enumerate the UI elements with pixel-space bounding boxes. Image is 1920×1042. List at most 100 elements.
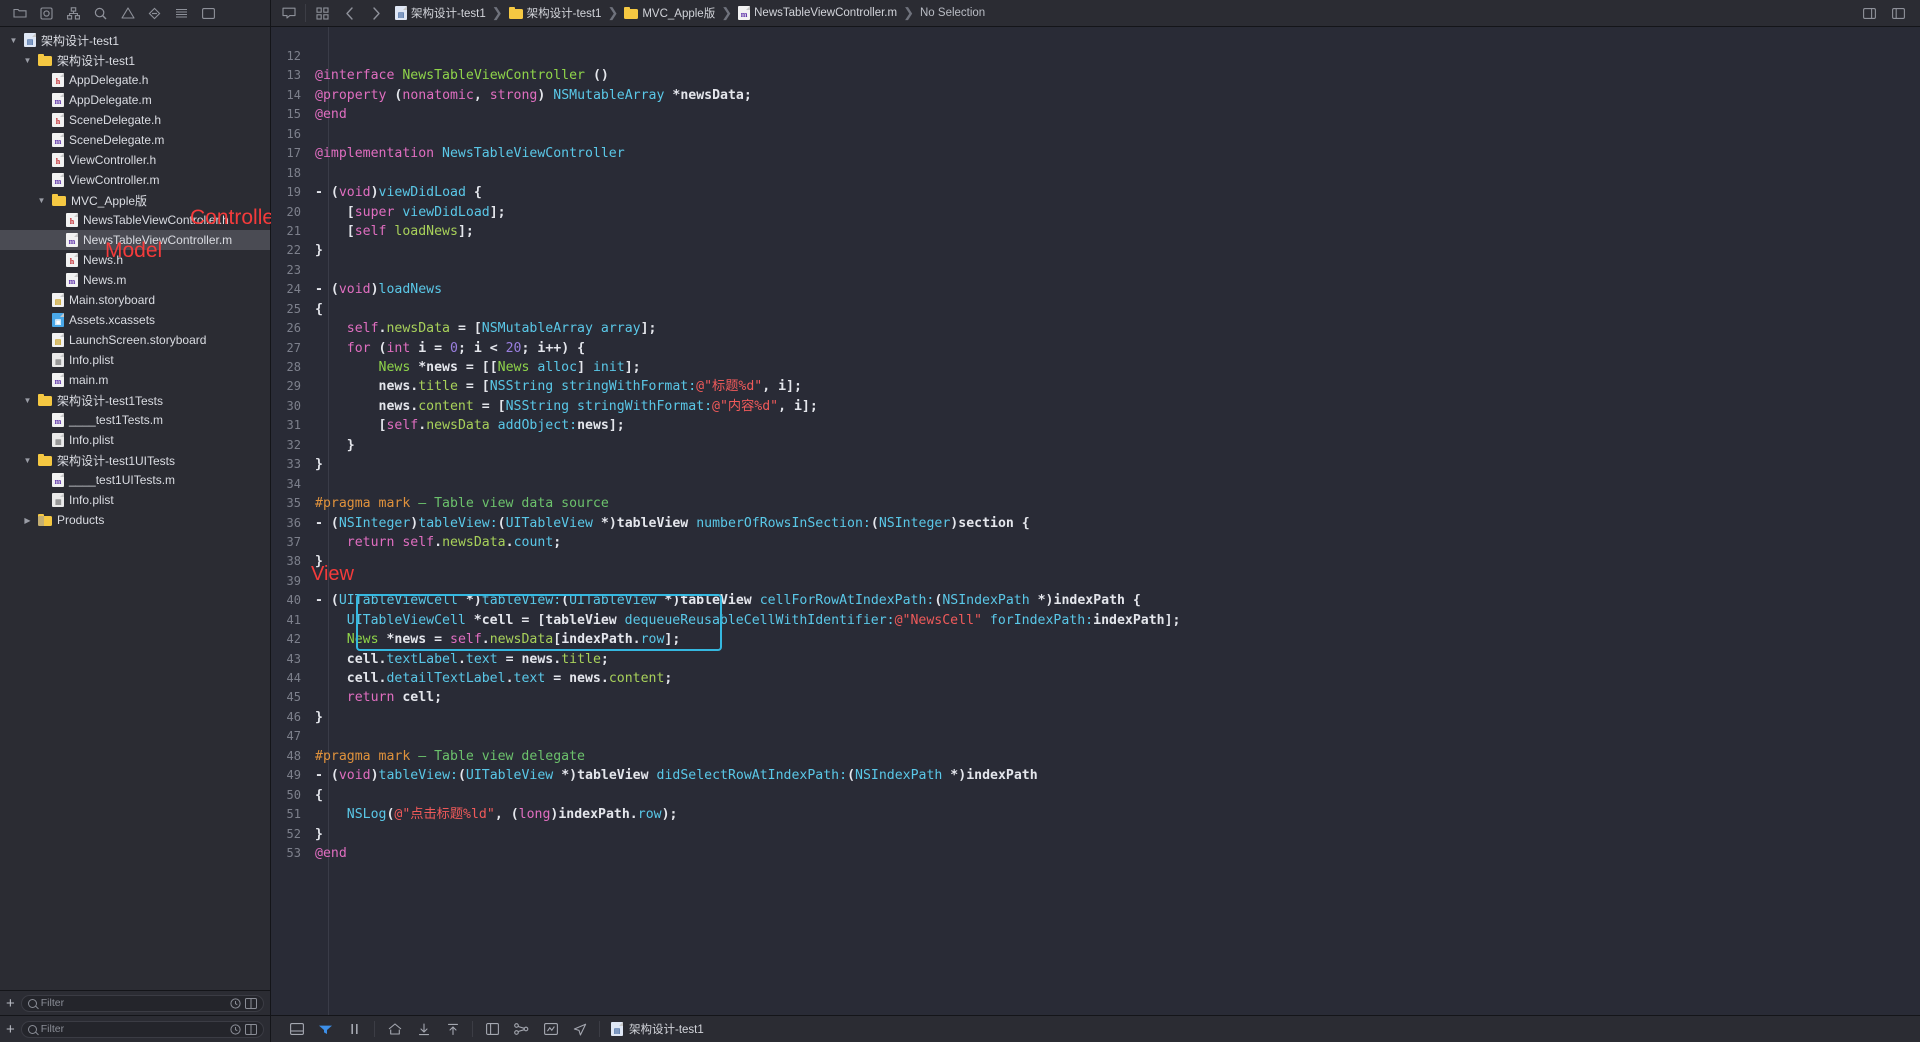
file-tree-row[interactable]: ▼ h SceneDelegate.h xyxy=(0,110,270,130)
line-number: 36 xyxy=(286,515,301,530)
add-file-button[interactable]: + xyxy=(6,1022,15,1037)
code-token: = [ xyxy=(473,398,506,414)
main-body: ▼ ▤ 架构设计-test1 ▼ 架构设计-test1 ▼ h AppDelegate.h ▼ m… xyxy=(0,27,1920,1015)
disclosure-triangle[interactable]: ▶ xyxy=(21,516,34,525)
file-tree-row[interactable]: ▼ m ____test1UITests.m xyxy=(0,470,270,490)
file-tree-row[interactable]: ▼ ▤ LaunchScreen.storyboard xyxy=(0,330,270,350)
code-token: UITableViewCell xyxy=(346,612,466,628)
breadcrumb-item-group[interactable]: 架构设计-test1 xyxy=(508,5,603,21)
file-tree-label: NewsTableViewController.h xyxy=(83,213,229,227)
scheme-indicator[interactable]: ▤ 架构设计-test1 xyxy=(611,1021,704,1037)
source-control-icon[interactable] xyxy=(33,3,60,24)
disclosure-triangle[interactable]: ▼ xyxy=(35,196,48,205)
nav-back-icon[interactable] xyxy=(336,3,363,24)
search-icon[interactable] xyxy=(87,3,114,24)
file-tree-row[interactable]: ▼ h NewsTableViewController.h xyxy=(0,210,270,230)
disclosure-triangle[interactable]: ▼ xyxy=(7,36,20,45)
folder-icon xyxy=(38,514,52,526)
breadcrumb-label: No Selection xyxy=(920,7,986,19)
file-tree-row[interactable]: ▼ 架构设计-test1UITests xyxy=(0,450,270,470)
file-tree-row[interactable]: ▼ m main.m xyxy=(0,370,270,390)
filter-input[interactable]: Filter xyxy=(20,994,264,1012)
filter-options[interactable] xyxy=(230,1023,257,1035)
memory-graph-icon[interactable] xyxy=(536,1018,565,1040)
location-icon[interactable] xyxy=(565,1018,594,1040)
file-tree-label: SceneDelegate.h xyxy=(69,113,162,127)
file-tree[interactable]: ▼ ▤ 架构设计-test1 ▼ 架构设计-test1 ▼ h AppDelegate.h ▼ m… xyxy=(0,27,270,990)
minus-circle-icon[interactable] xyxy=(141,3,168,24)
library-toggle-icon[interactable] xyxy=(1885,3,1912,24)
file-tree-label: MVC_Apple版 xyxy=(71,193,148,208)
source-code[interactable]: 12 13 @interface NewsTableViewController (… xyxy=(271,27,1920,863)
file-tree-row[interactable]: ▼ m AppDelegate.m xyxy=(0,90,270,110)
objc-m-file-icon: m xyxy=(52,133,64,147)
navigator-toolbar xyxy=(0,0,271,26)
file-tree-row[interactable]: ▼ 架构设计-test1Tests xyxy=(0,390,270,410)
breadcrumb-separator: ❯ xyxy=(721,5,733,20)
code-token: NewsTableViewController xyxy=(442,146,625,162)
code-token: self xyxy=(450,632,482,648)
hierarchy-icon[interactable] xyxy=(60,3,87,24)
filter-blue-icon[interactable] xyxy=(311,1018,340,1040)
line-number: 27 xyxy=(286,340,301,355)
code-token: *) xyxy=(592,515,617,531)
breadcrumb-item-project[interactable]: ▤ 架构设计-test1 xyxy=(394,5,487,21)
file-tree-row[interactable]: ▼ m NewsTableViewController.m xyxy=(0,230,270,250)
file-tree-row[interactable]: ▼ m News.m xyxy=(0,270,270,290)
file-tree-row[interactable]: ▼ ▦ Info.plist xyxy=(0,490,270,510)
warning-icon[interactable] xyxy=(114,3,141,24)
breadcrumb-item-subgroup[interactable]: MVC_Apple版 xyxy=(623,5,716,21)
line-number: 45 xyxy=(286,690,301,705)
file-tree-row[interactable]: ▼ ▤ 架构设计-test1 xyxy=(0,30,270,50)
list-icon[interactable] xyxy=(168,3,195,24)
file-tree-row[interactable]: ▼ h ViewController.h xyxy=(0,150,270,170)
home-icon[interactable] xyxy=(380,1018,409,1040)
code-line: 47 xyxy=(271,727,1920,746)
code-token: title xyxy=(561,651,601,667)
breadcrumb-item-selection[interactable]: No Selection xyxy=(919,7,986,19)
file-tree-row[interactable]: ▼ 架构设计-test1 xyxy=(0,50,270,70)
code-token: @property xyxy=(315,87,387,103)
disclosure-triangle[interactable]: ▼ xyxy=(21,456,34,465)
inspector-toggle-icon[interactable] xyxy=(1856,3,1883,24)
filter-options[interactable] xyxy=(230,997,257,1009)
line-number: 52 xyxy=(286,826,301,841)
code-editor[interactable]: 12 13 @interface NewsTableViewController (… xyxy=(271,27,1920,1015)
file-tree-row[interactable]: ▼ ▦ Info.plist xyxy=(0,430,270,450)
file-tree-row[interactable]: ▼ m ____test1Tests.m xyxy=(0,410,270,430)
breadcrumb-item-file[interactable]: m NewsTableViewController.m xyxy=(737,6,898,20)
comment-icon[interactable] xyxy=(275,3,302,24)
file-tree-label: Assets.xcassets xyxy=(69,313,156,327)
filter-input[interactable]: Filter xyxy=(20,1020,264,1038)
disclosure-triangle[interactable]: ▼ xyxy=(21,56,34,65)
pause-icon[interactable] xyxy=(340,1018,369,1040)
nav-forward-icon[interactable] xyxy=(363,3,390,24)
code-scroll-area[interactable]: 12 13 @interface NewsTableViewController (… xyxy=(271,27,1920,1015)
step-out-icon[interactable] xyxy=(438,1018,467,1040)
file-tree-row[interactable]: ▼ m ViewController.m xyxy=(0,170,270,190)
file-tree-row[interactable]: ▼ h News.h xyxy=(0,250,270,270)
disclosure-triangle[interactable]: ▼ xyxy=(21,396,34,405)
code-token: numberOfRowsInSection: xyxy=(696,515,871,531)
file-tree-row[interactable]: ▼ m SceneDelegate.m xyxy=(0,130,270,150)
split-view-icon[interactable] xyxy=(478,1018,507,1040)
folder-icon[interactable] xyxy=(6,3,33,24)
file-tree-row[interactable]: ▼ ▦ Info.plist xyxy=(0,350,270,370)
code-token: viewDidLoad xyxy=(378,185,466,201)
code-token: ; xyxy=(600,651,609,667)
file-tree-row[interactable]: ▼ MVC_Apple版 xyxy=(0,190,270,210)
panel-bottom-icon[interactable] xyxy=(282,1018,311,1040)
file-tree-row[interactable]: ▶ Products xyxy=(0,510,270,530)
code-token: addObject: xyxy=(497,418,578,434)
sidebar-toggle-icon[interactable] xyxy=(195,3,222,24)
add-file-button[interactable]: + xyxy=(6,996,15,1011)
file-tree-row[interactable]: ▼ ▤ Main.storyboard xyxy=(0,290,270,310)
minimap-icon[interactable] xyxy=(309,3,336,24)
step-into-icon[interactable] xyxy=(409,1018,438,1040)
file-tree-row[interactable]: ▼ ▣ Assets.xcassets xyxy=(0,310,270,330)
line-number: 46 xyxy=(286,709,301,724)
graph-icon[interactable] xyxy=(507,1018,536,1040)
file-tree-row[interactable]: ▼ h AppDelegate.h xyxy=(0,70,270,90)
code-token: NSLog xyxy=(346,807,387,823)
